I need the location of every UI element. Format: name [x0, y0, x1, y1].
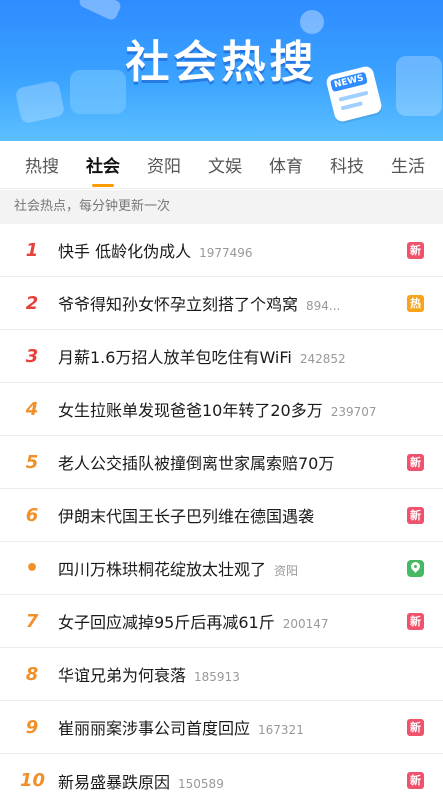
- list-item[interactable]: 2 爷爷得知孙女怀孕立刻搭了个鸡窝 894... 热: [0, 277, 443, 330]
- tab-hot[interactable]: 热搜: [25, 152, 59, 177]
- local-dot: •: [24, 555, 40, 581]
- heat-count: 242852: [299, 352, 346, 366]
- rank-number: 7: [25, 610, 39, 632]
- item-title: 快手 低龄化伪成人 1977496: [58, 242, 253, 261]
- banner-title: 社会热搜: [125, 37, 318, 88]
- tab-sports[interactable]: 体育: [269, 152, 303, 177]
- item-title: 伊朗末代国王长子巴列维在德国遇袭: [58, 507, 315, 526]
- new-badge: 新: [407, 506, 424, 524]
- list-item[interactable]: 7 女子回应减掉95斤后再减61斤 200147 新: [0, 595, 443, 648]
- item-title: 女生拉账单发现爸爸10年转了20多万 239707: [58, 401, 377, 420]
- tab-life[interactable]: 生活: [391, 152, 425, 177]
- item-title: 四川万株珙桐花绽放太壮观了 资阳: [58, 560, 299, 579]
- new-badge: 新: [407, 612, 424, 630]
- new-badge: 新: [407, 241, 424, 259]
- item-title: 女子回应减掉95斤后再减61斤 200147: [58, 613, 329, 632]
- tab-ziyang[interactable]: 资阳: [147, 152, 181, 177]
- heat-count: 1977496: [199, 246, 253, 260]
- news-label: NEWS: [329, 71, 368, 93]
- rank-number: 9: [25, 716, 39, 738]
- heat-count: 200147: [282, 617, 329, 631]
- rank-number: 5: [25, 451, 39, 473]
- item-title: 爷爷得知孙女怀孕立刻搭了个鸡窝 894...: [58, 295, 341, 314]
- rank-number: 8: [25, 663, 39, 685]
- new-badge: 新: [407, 453, 424, 471]
- list-item[interactable]: 10 新易盛暴跌原因 150589 新: [0, 754, 443, 800]
- tab-tech[interactable]: 科技: [330, 152, 364, 177]
- item-title: 月薪1.6万招人放羊包吃住有WiFi 242852: [58, 348, 346, 367]
- rank-number: 6: [25, 504, 39, 526]
- list-item[interactable]: 9 崔丽丽案涉事公司首度回应 167321 新: [0, 701, 443, 754]
- list-item[interactable]: • 四川万株珙桐花绽放太壮观了 资阳: [0, 542, 443, 595]
- location-label: 资阳: [274, 564, 299, 578]
- item-title: 新易盛暴跌原因 150589: [58, 772, 224, 792]
- rank-number: 1: [25, 239, 39, 261]
- list-item[interactable]: 8 华谊兄弟为何衰落 185913: [0, 648, 443, 701]
- item-title: 老人公交插队被撞倒离世家属索赔70万: [58, 454, 335, 473]
- list-item[interactable]: 4 女生拉账单发现爸爸10年转了20多万 239707: [0, 383, 443, 436]
- heat-count: 167321: [258, 723, 304, 737]
- list-item[interactable]: 3 月薪1.6万招人放羊包吃住有WiFi 242852: [0, 330, 443, 383]
- item-title: 崔丽丽案涉事公司首度回应 167321: [58, 719, 304, 738]
- hot-list: 1 快手 低龄化伪成人 1977496 新 2 爷爷得知孙女怀孕立刻搭了个鸡窝 89…: [0, 224, 443, 800]
- heat-count: 239707: [330, 405, 377, 419]
- tab-bar: 热搜 社会 资阳 文娱 体育 科技 生活: [0, 141, 443, 189]
- tab-entertainment[interactable]: 文娱: [208, 152, 242, 177]
- heat-count: 150589: [178, 776, 224, 791]
- update-notice: 社会热点，每分钟更新一次: [0, 190, 443, 224]
- heat-count: 185913: [194, 670, 240, 684]
- list-item[interactable]: 6 伊朗末代国王长子巴列维在德国遇袭 新: [0, 489, 443, 542]
- new-badge: 新: [407, 772, 424, 789]
- decor-shape: [77, 0, 123, 22]
- list-item[interactable]: 5 老人公交插队被撞倒离世家属索赔70万 新: [0, 436, 443, 489]
- new-badge: 新: [407, 718, 424, 736]
- rank-number: 4: [25, 398, 39, 420]
- rank-number: 2: [25, 292, 39, 314]
- rank-number: 3: [25, 345, 39, 367]
- banner: 社会热搜 NEWS: [0, 0, 443, 141]
- location-pin-icon: [407, 559, 424, 577]
- rank-number: 10: [20, 770, 46, 791]
- tab-society[interactable]: 社会: [86, 152, 120, 177]
- heat-count: 894...: [306, 299, 341, 313]
- hot-badge: 热: [407, 294, 424, 312]
- list-item[interactable]: 1 快手 低龄化伪成人 1977496 新: [0, 224, 443, 277]
- item-title: 华谊兄弟为何衰落 185913: [58, 666, 240, 685]
